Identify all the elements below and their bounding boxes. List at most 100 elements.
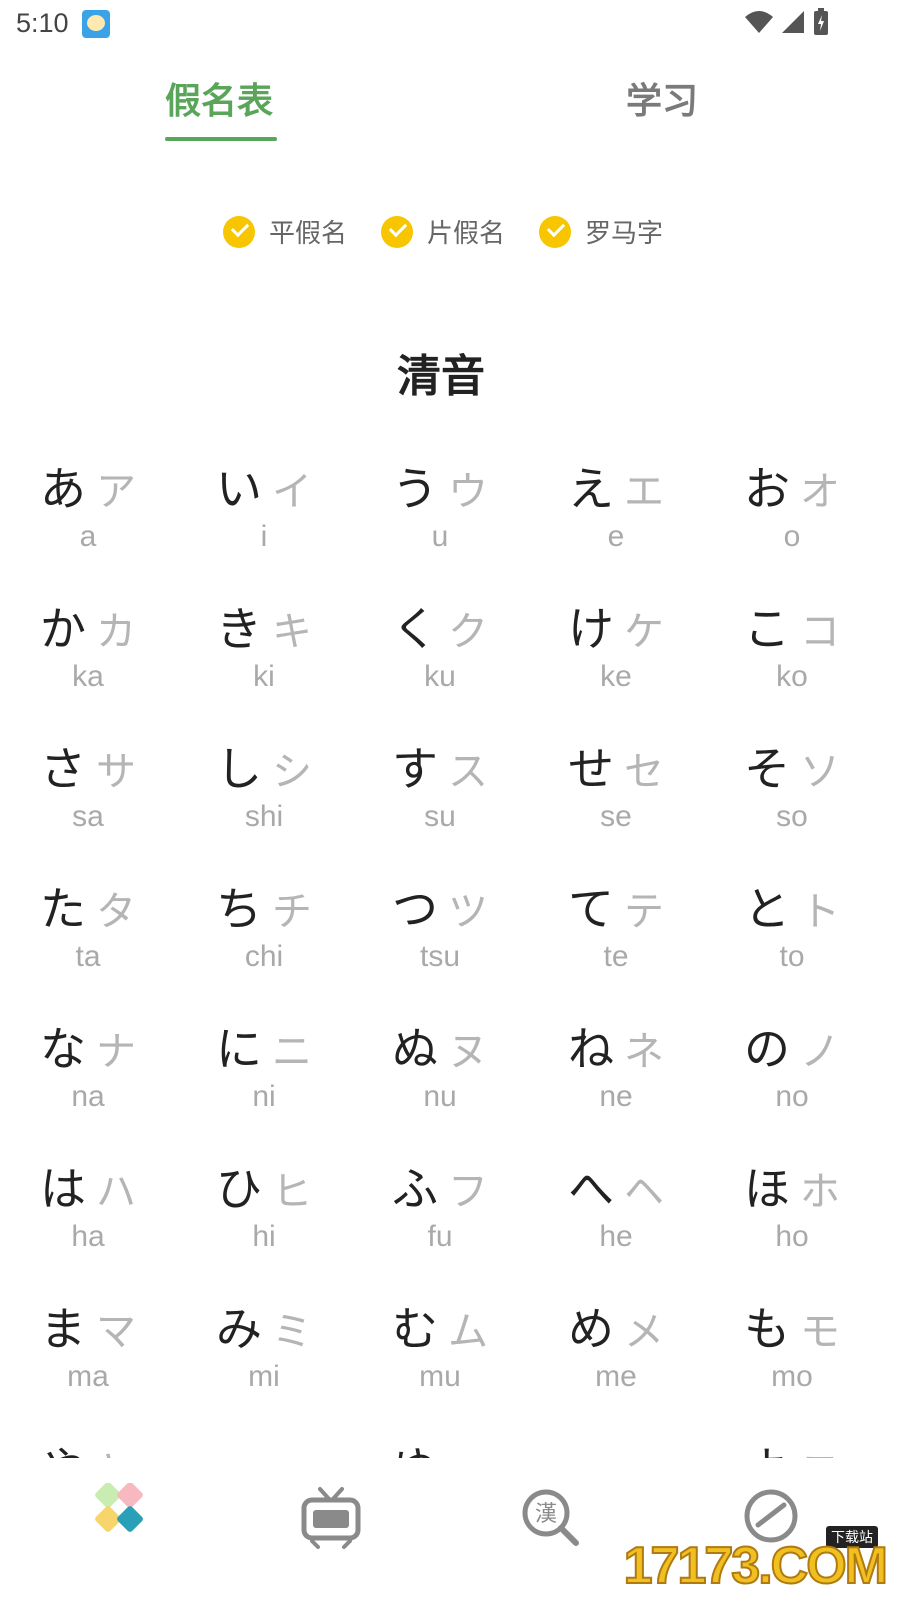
nav-kanji-search[interactable]: 漢 bbox=[516, 1483, 586, 1553]
kana-cell[interactable]: のノ no bbox=[704, 1000, 880, 1140]
hiragana-char: ま bbox=[40, 1302, 86, 1356]
watermark-logo: 17173.COM bbox=[623, 1536, 889, 1596]
katakana-char: タ bbox=[96, 889, 136, 935]
kana-cell[interactable]: えエe bbox=[528, 440, 704, 580]
kana-cell[interactable]: まマ ma bbox=[0, 1280, 176, 1420]
hiragana-char: む bbox=[392, 1302, 438, 1356]
kana-cell[interactable]: ふフ fu bbox=[352, 1140, 528, 1280]
hiragana-char: か bbox=[40, 602, 86, 656]
kana-cell[interactable]: ちチ chi bbox=[176, 860, 352, 1000]
wifi-icon bbox=[745, 11, 773, 33]
katakana-char: コ bbox=[800, 609, 840, 655]
romaji-label: shi bbox=[244, 800, 284, 833]
kana-cell[interactable]: けケ ke bbox=[528, 580, 704, 720]
romaji-label: o bbox=[783, 520, 801, 553]
kana-cell[interactable]: ひヒ hi bbox=[176, 1140, 352, 1280]
toggle-hiragana[interactable]: 平假名 bbox=[222, 213, 347, 250]
kana-cell[interactable]: はハ ha bbox=[0, 1140, 176, 1280]
romaji-label: tsu bbox=[419, 940, 461, 973]
romaji-label: mo bbox=[771, 1360, 813, 1393]
toggle-romaji[interactable]: 罗马字 bbox=[539, 213, 663, 250]
kana-cell[interactable]: よヨyo bbox=[704, 1420, 880, 1458]
kana-cell[interactable]: みミ mi bbox=[176, 1280, 352, 1420]
kana-grid-icon bbox=[95, 1482, 143, 1532]
kana-cell[interactable]: へヘ he bbox=[528, 1140, 704, 1280]
battery-icon bbox=[814, 8, 828, 35]
kana-cell[interactable]: うウu bbox=[352, 440, 528, 580]
kana-cell[interactable]: もモ mo bbox=[704, 1280, 880, 1420]
kana-pair: ちチ bbox=[176, 860, 352, 932]
kana-cell[interactable]: やヤya bbox=[0, 1420, 176, 1458]
hiragana-char: や bbox=[40, 1446, 86, 1458]
kana-cell[interactable]: あアa bbox=[0, 440, 176, 580]
kana-cell[interactable]: とト to bbox=[704, 860, 880, 1000]
tv-icon bbox=[301, 1487, 361, 1549]
kana-cell[interactable]: きキ ki bbox=[176, 580, 352, 720]
kana-cell[interactable]: ねネ ne bbox=[528, 1000, 704, 1140]
romaji-label: a bbox=[79, 520, 97, 553]
status-icons bbox=[744, 8, 830, 36]
hiragana-char: た bbox=[40, 882, 86, 936]
kana-pair: かカ bbox=[0, 580, 176, 652]
kana-row: たタ ta ちチ chi つツ tsu てテ te とト to bbox=[0, 860, 900, 1000]
kana-cell[interactable]: たタ ta bbox=[0, 860, 176, 1000]
kana-cell[interactable]: つツ tsu bbox=[352, 860, 528, 1000]
katakana-char: ユ bbox=[448, 1452, 488, 1458]
kana-cell[interactable]: かカ ka bbox=[0, 580, 176, 720]
katakana-char: ト bbox=[800, 889, 840, 935]
kana-row: まマ ma みミ mi むム mu めメ me もモ mo bbox=[0, 1280, 900, 1420]
romaji-label: hi bbox=[252, 1220, 276, 1253]
romaji-label: su bbox=[424, 800, 456, 833]
kana-pair: おオ bbox=[704, 440, 880, 512]
katakana-char: ナ bbox=[96, 1029, 136, 1075]
kana-cell[interactable]: すス su bbox=[352, 720, 528, 860]
kana-pair: いイ bbox=[176, 440, 352, 512]
katakana-char: ミ bbox=[272, 1309, 312, 1355]
katakana-char: ノ bbox=[800, 1029, 840, 1075]
romaji-label: ho bbox=[775, 1220, 809, 1253]
romaji-label: to bbox=[779, 940, 805, 973]
katakana-char: ホ bbox=[800, 1169, 840, 1215]
romaji-label: te bbox=[603, 940, 629, 973]
hiragana-char: よ bbox=[744, 1446, 790, 1458]
nav-tv[interactable] bbox=[296, 1483, 366, 1553]
nav-kana-grid[interactable] bbox=[76, 1482, 146, 1553]
kana-cell[interactable]: めメ me bbox=[528, 1280, 704, 1420]
kana-cell[interactable]: ぬヌ nu bbox=[352, 1000, 528, 1140]
kana-pair: まマ bbox=[0, 1280, 176, 1352]
romaji-label: e bbox=[607, 520, 625, 553]
katakana-char: キ bbox=[272, 609, 312, 655]
hiragana-char: あ bbox=[40, 462, 86, 516]
section-title: 清音 bbox=[397, 351, 485, 402]
kana-cell[interactable]: せセ se bbox=[528, 720, 704, 860]
svg-text:漢: 漢 bbox=[535, 1502, 557, 1527]
tab-kana-table[interactable]: 假名表 bbox=[165, 72, 273, 124]
kana-cell[interactable]: むム mu bbox=[352, 1280, 528, 1420]
check-icon bbox=[539, 215, 571, 248]
kana-cell[interactable]: くク ku bbox=[352, 580, 528, 720]
hiragana-char: と bbox=[744, 882, 790, 936]
romaji-label: ha bbox=[71, 1220, 105, 1253]
kana-cell[interactable]: ほホ ho bbox=[704, 1140, 880, 1280]
kana-pair: ひヒ bbox=[176, 1140, 352, 1212]
kana-cell[interactable]: さサ sa bbox=[0, 720, 176, 860]
hiragana-char: こ bbox=[744, 602, 790, 656]
toggle-katakana[interactable]: 片假名 bbox=[380, 213, 505, 250]
kana-cell[interactable]: ゆユyu bbox=[352, 1420, 528, 1458]
katakana-char: ネ bbox=[624, 1029, 664, 1075]
hiragana-char: え bbox=[568, 462, 614, 516]
kana-cell[interactable]: こコ ko bbox=[704, 580, 880, 720]
kana-cell[interactable]: おオ o bbox=[704, 440, 880, 580]
kana-cell[interactable]: しシ shi bbox=[176, 720, 352, 860]
kana-cell[interactable]: そソ so bbox=[704, 720, 880, 860]
kana-cell[interactable]: てテ te bbox=[528, 860, 704, 1000]
kana-cell[interactable]: いイi bbox=[176, 440, 352, 580]
toggle-label: 罗马字 bbox=[585, 219, 664, 249]
kana-pair: ぬヌ bbox=[352, 1000, 528, 1072]
hiragana-char: み bbox=[216, 1302, 262, 1356]
kana-cell[interactable]: にニ ni bbox=[176, 1000, 352, 1140]
kana-cell[interactable]: なナ na bbox=[0, 1000, 176, 1140]
kana-pair: なナ bbox=[0, 1000, 176, 1072]
kana-pair: くク bbox=[352, 580, 528, 652]
tab-study[interactable]: 学习 bbox=[626, 72, 698, 124]
